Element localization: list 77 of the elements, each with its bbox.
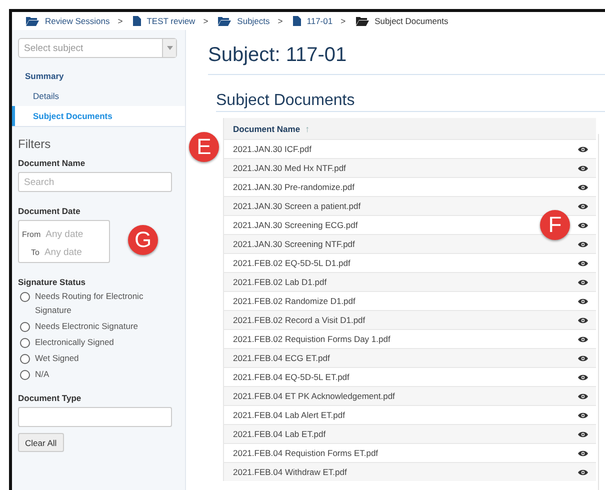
table-cell: 2021.FEB.04 ECG ET.pdf [233, 353, 330, 363]
eye-icon[interactable] [578, 468, 588, 476]
table-cell: 2021.FEB.04 Withdraw ET.pdf [233, 467, 347, 477]
breadcrumb-separator: > [118, 16, 123, 26]
filters-title: Filters [18, 137, 52, 151]
breadcrumb-link[interactable]: TEST review [146, 16, 196, 26]
eye-icon[interactable] [578, 260, 588, 266]
caret-icon [166, 46, 172, 50]
table-cell: 2021.FEB.04 Lab Alert ET.pdf [233, 410, 345, 420]
table-cell: 2021.JAN.30 Screening NTF.pdf [233, 239, 355, 249]
table-cell: 2021.FEB.04 Lab ET.pdf [233, 429, 326, 439]
file-icon [292, 16, 301, 26]
field-label: Signature Status [18, 277, 87, 287]
radio-label[interactable]: Needs Electronic Signature [35, 319, 160, 333]
eye-icon[interactable] [578, 336, 588, 342]
radio-label[interactable]: Wet Signed [35, 351, 160, 365]
table-cell: 2021.FEB.02 Record a Visit D1.pdf [233, 315, 366, 325]
eye-icon[interactable] [578, 374, 588, 380]
radio-button[interactable] [20, 338, 30, 348]
eye-icon[interactable] [578, 222, 588, 228]
table-cell: 2021.FEB.02 EQ-5D-5L D1.pdf [233, 258, 350, 268]
eye-icon[interactable] [578, 316, 588, 324]
table-cell: 2021.JAN.30 Screening ECG.pdf [233, 220, 358, 230]
file-icon [132, 16, 141, 26]
eye-icon[interactable] [578, 240, 588, 248]
radio-button[interactable] [20, 292, 30, 302]
radio-button[interactable] [20, 322, 30, 332]
table-cell: 2021.JAN.30 Pre-randomize.pdf [233, 182, 354, 192]
column-header[interactable]: Document Name [233, 124, 300, 134]
table-cell: 2021.FEB.02 Requistion Forms Day 1.pdf [233, 334, 390, 344]
field-label: Document Type [18, 393, 82, 403]
table-cell: 2021.JAN.30 ICF.pdf [233, 144, 312, 154]
radio-label[interactable]: Needs Routing for Electronic Signature [35, 289, 160, 317]
breadcrumb-link[interactable]: 117-01 [306, 16, 333, 26]
radio-button[interactable] [20, 354, 30, 364]
table-cell: 2021.FEB.02 Randomize D1.pdf [233, 296, 356, 306]
section-title: Subject Documents [216, 92, 605, 112]
breadcrumb-link[interactable]: Subjects [237, 16, 270, 26]
date-range-field[interactable]: From Any date To Any date [18, 220, 110, 263]
table-cell: 2021.FEB.04 Requistion Forms ET.pdf [233, 448, 378, 458]
page-title: Subject: 117-01 [208, 44, 605, 75]
folder-icon [218, 16, 232, 26]
nav-item[interactable]: Details [12, 86, 185, 106]
radio-label[interactable]: N/A [35, 367, 160, 381]
eye-icon[interactable] [578, 392, 588, 400]
breadcrumb-link[interactable]: Subject Documents [374, 16, 448, 26]
eye-icon[interactable] [578, 278, 588, 286]
table-cell: 2021.FEB.04 ET PK Acknowledgement.pdf [233, 391, 395, 401]
radio-button[interactable] [20, 370, 30, 380]
eye-icon[interactable] [578, 298, 588, 304]
search-field[interactable]: Search [18, 172, 172, 192]
eye-icon[interactable] [578, 164, 588, 172]
nav-item[interactable]: Summary [12, 66, 185, 86]
breadcrumb-separator: > [278, 16, 283, 26]
callout-badge: E [189, 132, 219, 162]
eye-icon[interactable] [578, 146, 588, 152]
field-label: Document Name [18, 158, 86, 168]
eye-icon[interactable] [578, 450, 588, 456]
table-cell: 2021.JAN.30 Screen a patient.pdf [233, 201, 361, 211]
eye-icon[interactable] [578, 184, 588, 190]
table-cell: 2021.FEB.02 Lab D1.pdf [233, 277, 327, 287]
eye-icon[interactable] [578, 412, 588, 418]
document-type-field[interactable] [18, 407, 172, 427]
eye-icon[interactable] [578, 354, 588, 362]
eye-icon[interactable] [578, 430, 588, 438]
folder-icon [356, 16, 369, 26]
field-label: Document Date [18, 206, 82, 216]
table-cell: 2021.FEB.04 EQ-5D-5L ET.pdf [233, 372, 350, 382]
clear-all-button[interactable]: Clear All [18, 433, 64, 452]
table-cell: 2021.JAN.30 Med Hx NTF.pdf [233, 163, 346, 173]
nav-item[interactable]: Subject Documents [12, 106, 185, 126]
folder-icon [26, 16, 39, 26]
breadcrumb-separator: > [340, 16, 346, 26]
breadcrumb-separator: > [203, 16, 208, 26]
eye-icon[interactable] [578, 202, 588, 210]
radio-label[interactable]: Electronically Signed [35, 335, 160, 349]
breadcrumb-link[interactable]: Review Sessions [45, 16, 110, 26]
